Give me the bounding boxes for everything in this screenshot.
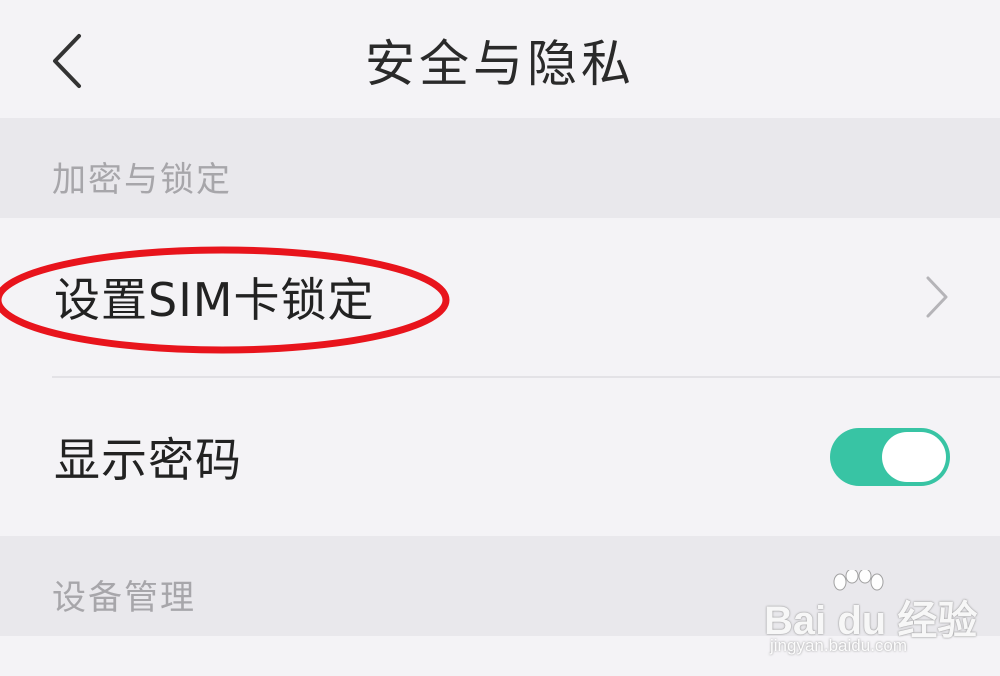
header-bar: 安全与隐私 [0, 0, 1000, 119]
device-management-first-row[interactable] [0, 636, 1000, 676]
section-label: 设备管理 [52, 578, 196, 618]
page-title: 安全与隐私 [365, 35, 635, 93]
sim-lock-label: 设置SIM卡锁定 [54, 273, 375, 327]
section-label: 加密与锁定 [52, 160, 232, 200]
show-password-toggle[interactable] [830, 428, 950, 486]
toggle-knob [882, 432, 946, 482]
sim-lock-row[interactable]: 设置SIM卡锁定 [0, 218, 1000, 376]
section-header-encryption: 加密与锁定 [0, 118, 1000, 218]
chevron-right-icon [926, 276, 948, 318]
show-password-label: 显示密码 [54, 433, 242, 487]
show-password-row: 显示密码 [0, 378, 1000, 536]
section-header-device-management: 设备管理 [0, 536, 1000, 636]
